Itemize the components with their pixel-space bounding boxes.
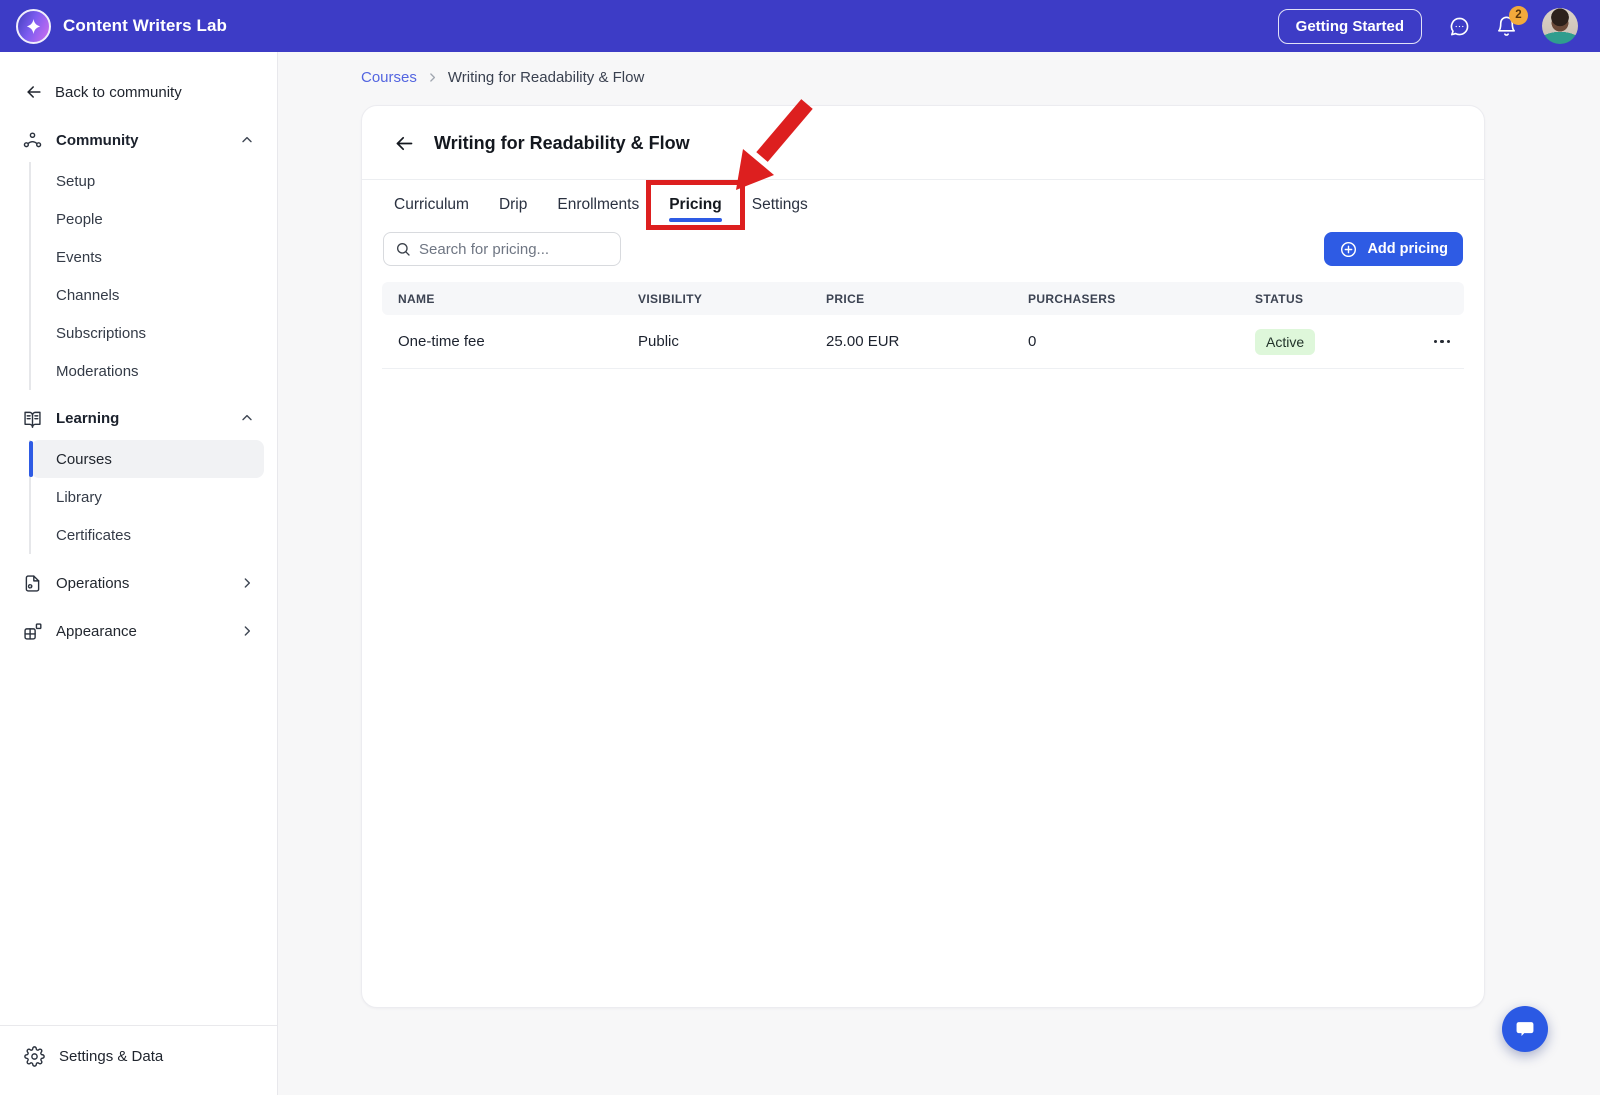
sidebar-item-events[interactable]: Events xyxy=(31,238,264,276)
sidebar: Back to community Community Setup People… xyxy=(0,52,278,1095)
sidebar-item-moderations[interactable]: Moderations xyxy=(31,352,264,390)
status-badge: Active xyxy=(1255,329,1315,355)
main-content: Courses Writing for Readability & Flow W… xyxy=(278,52,1600,1095)
breadcrumb: Courses Writing for Readability & Flow xyxy=(361,67,1600,87)
app-title: Content Writers Lab xyxy=(63,16,227,36)
column-header-purchasers: PURCHASERS xyxy=(1012,292,1239,306)
sidebar-item-label: Operations xyxy=(56,575,129,592)
pricing-table: NAME VISIBILITY PRICE PURCHASERS STATUS … xyxy=(382,282,1464,369)
card-header: Writing for Readability & Flow xyxy=(362,106,1484,154)
column-header-name: NAME xyxy=(382,292,622,306)
table-header-row: NAME VISIBILITY PRICE PURCHASERS STATUS xyxy=(382,282,1464,315)
learning-subnav: Courses Library Certificates xyxy=(29,440,277,554)
cell-status: Active xyxy=(1239,329,1419,355)
search-box[interactable] xyxy=(383,232,621,266)
sidebar-scroll-area: Back to community Community Setup People… xyxy=(0,52,277,1025)
sidebar-section-learning[interactable]: Learning xyxy=(0,396,277,440)
cell-purchasers: 0 xyxy=(1012,333,1239,350)
notifications-button[interactable]: 2 xyxy=(1495,15,1518,38)
sidebar-section-label: Learning xyxy=(56,410,119,427)
course-tabs: Curriculum Drip Enrollments Pricing Sett… xyxy=(362,180,1484,229)
sidebar-item-operations[interactable]: Operations xyxy=(0,560,277,606)
settings-and-data-link[interactable]: Settings & Data xyxy=(0,1025,277,1095)
chevron-right-icon xyxy=(239,575,255,591)
column-header-price: PRICE xyxy=(810,292,1012,306)
add-pricing-label: Add pricing xyxy=(1367,241,1448,257)
back-to-community-label: Back to community xyxy=(55,84,182,101)
tab-pricing[interactable]: Pricing xyxy=(669,180,722,229)
tab-pricing-label: Pricing xyxy=(669,196,722,214)
sidebar-item-courses[interactable]: Courses xyxy=(31,440,264,478)
chat-bubble-icon xyxy=(1514,1018,1536,1040)
plus-circle-icon xyxy=(1339,240,1358,259)
column-header-visibility: VISIBILITY xyxy=(622,292,810,306)
sidebar-item-setup[interactable]: Setup xyxy=(31,162,264,200)
column-header-status: STATUS xyxy=(1239,292,1419,306)
ellipsis-icon xyxy=(1440,340,1444,344)
course-card: Writing for Readability & Flow Curriculu… xyxy=(361,105,1485,1008)
tab-settings[interactable]: Settings xyxy=(752,180,808,229)
ellipsis-icon xyxy=(1447,340,1451,344)
community-icon xyxy=(22,130,43,151)
getting-started-button[interactable]: Getting Started xyxy=(1278,9,1422,44)
gear-icon xyxy=(24,1046,45,1067)
tab-drip[interactable]: Drip xyxy=(499,180,527,229)
notification-count-badge: 2 xyxy=(1509,6,1528,25)
breadcrumb-courses-link[interactable]: Courses xyxy=(361,69,417,86)
cell-price: 25.00 EUR xyxy=(810,333,1012,350)
tab-curriculum[interactable]: Curriculum xyxy=(394,180,469,229)
page-title: Writing for Readability & Flow xyxy=(434,133,690,154)
sidebar-item-channels[interactable]: Channels xyxy=(31,276,264,314)
sidebar-section-label: Community xyxy=(56,132,139,149)
table-row[interactable]: One-time fee Public 25.00 EUR 0 Active xyxy=(382,315,1464,369)
cell-name: One-time fee xyxy=(382,333,622,350)
pricing-toolbar: Add pricing xyxy=(362,229,1484,266)
sidebar-item-label: Appearance xyxy=(56,623,137,640)
sidebar-item-certificates[interactable]: Certificates xyxy=(31,516,264,554)
settings-and-data-label: Settings & Data xyxy=(59,1048,163,1065)
sidebar-item-people[interactable]: People xyxy=(31,200,264,238)
community-subnav: Setup People Events Channels Subscriptio… xyxy=(29,162,277,390)
chevron-up-icon xyxy=(239,410,255,426)
messages-button[interactable] xyxy=(1448,15,1471,38)
sidebar-item-appearance[interactable]: Appearance xyxy=(0,608,277,654)
add-pricing-button[interactable]: Add pricing xyxy=(1324,232,1463,266)
appearance-icon xyxy=(22,621,43,642)
tab-enrollments[interactable]: Enrollments xyxy=(557,180,639,229)
chat-icon xyxy=(1448,15,1471,38)
search-icon xyxy=(395,241,411,257)
sidebar-item-library[interactable]: Library xyxy=(31,478,264,516)
sparkle-icon xyxy=(24,17,43,36)
arrow-left-icon xyxy=(24,82,44,102)
sidebar-item-subscriptions[interactable]: Subscriptions xyxy=(31,314,264,352)
breadcrumb-current: Writing for Readability & Flow xyxy=(448,69,644,86)
breadcrumb-chevron-icon xyxy=(426,71,439,84)
sidebar-section-community[interactable]: Community xyxy=(0,118,277,162)
user-avatar[interactable] xyxy=(1542,8,1578,44)
chevron-up-icon xyxy=(239,132,255,148)
app-logo[interactable] xyxy=(16,9,51,44)
top-bar: Content Writers Lab Getting Started 2 xyxy=(0,0,1600,52)
ellipsis-icon xyxy=(1434,340,1438,344)
book-icon xyxy=(22,408,43,429)
chat-widget-button[interactable] xyxy=(1502,1006,1548,1052)
back-arrow-button[interactable] xyxy=(394,133,415,154)
active-tab-underline xyxy=(669,218,722,222)
chevron-right-icon xyxy=(239,623,255,639)
operations-icon xyxy=(22,573,43,594)
search-input[interactable] xyxy=(419,241,609,258)
cell-visibility: Public xyxy=(622,333,810,350)
back-to-community-link[interactable]: Back to community xyxy=(0,52,277,118)
row-actions-button[interactable] xyxy=(1434,340,1465,344)
